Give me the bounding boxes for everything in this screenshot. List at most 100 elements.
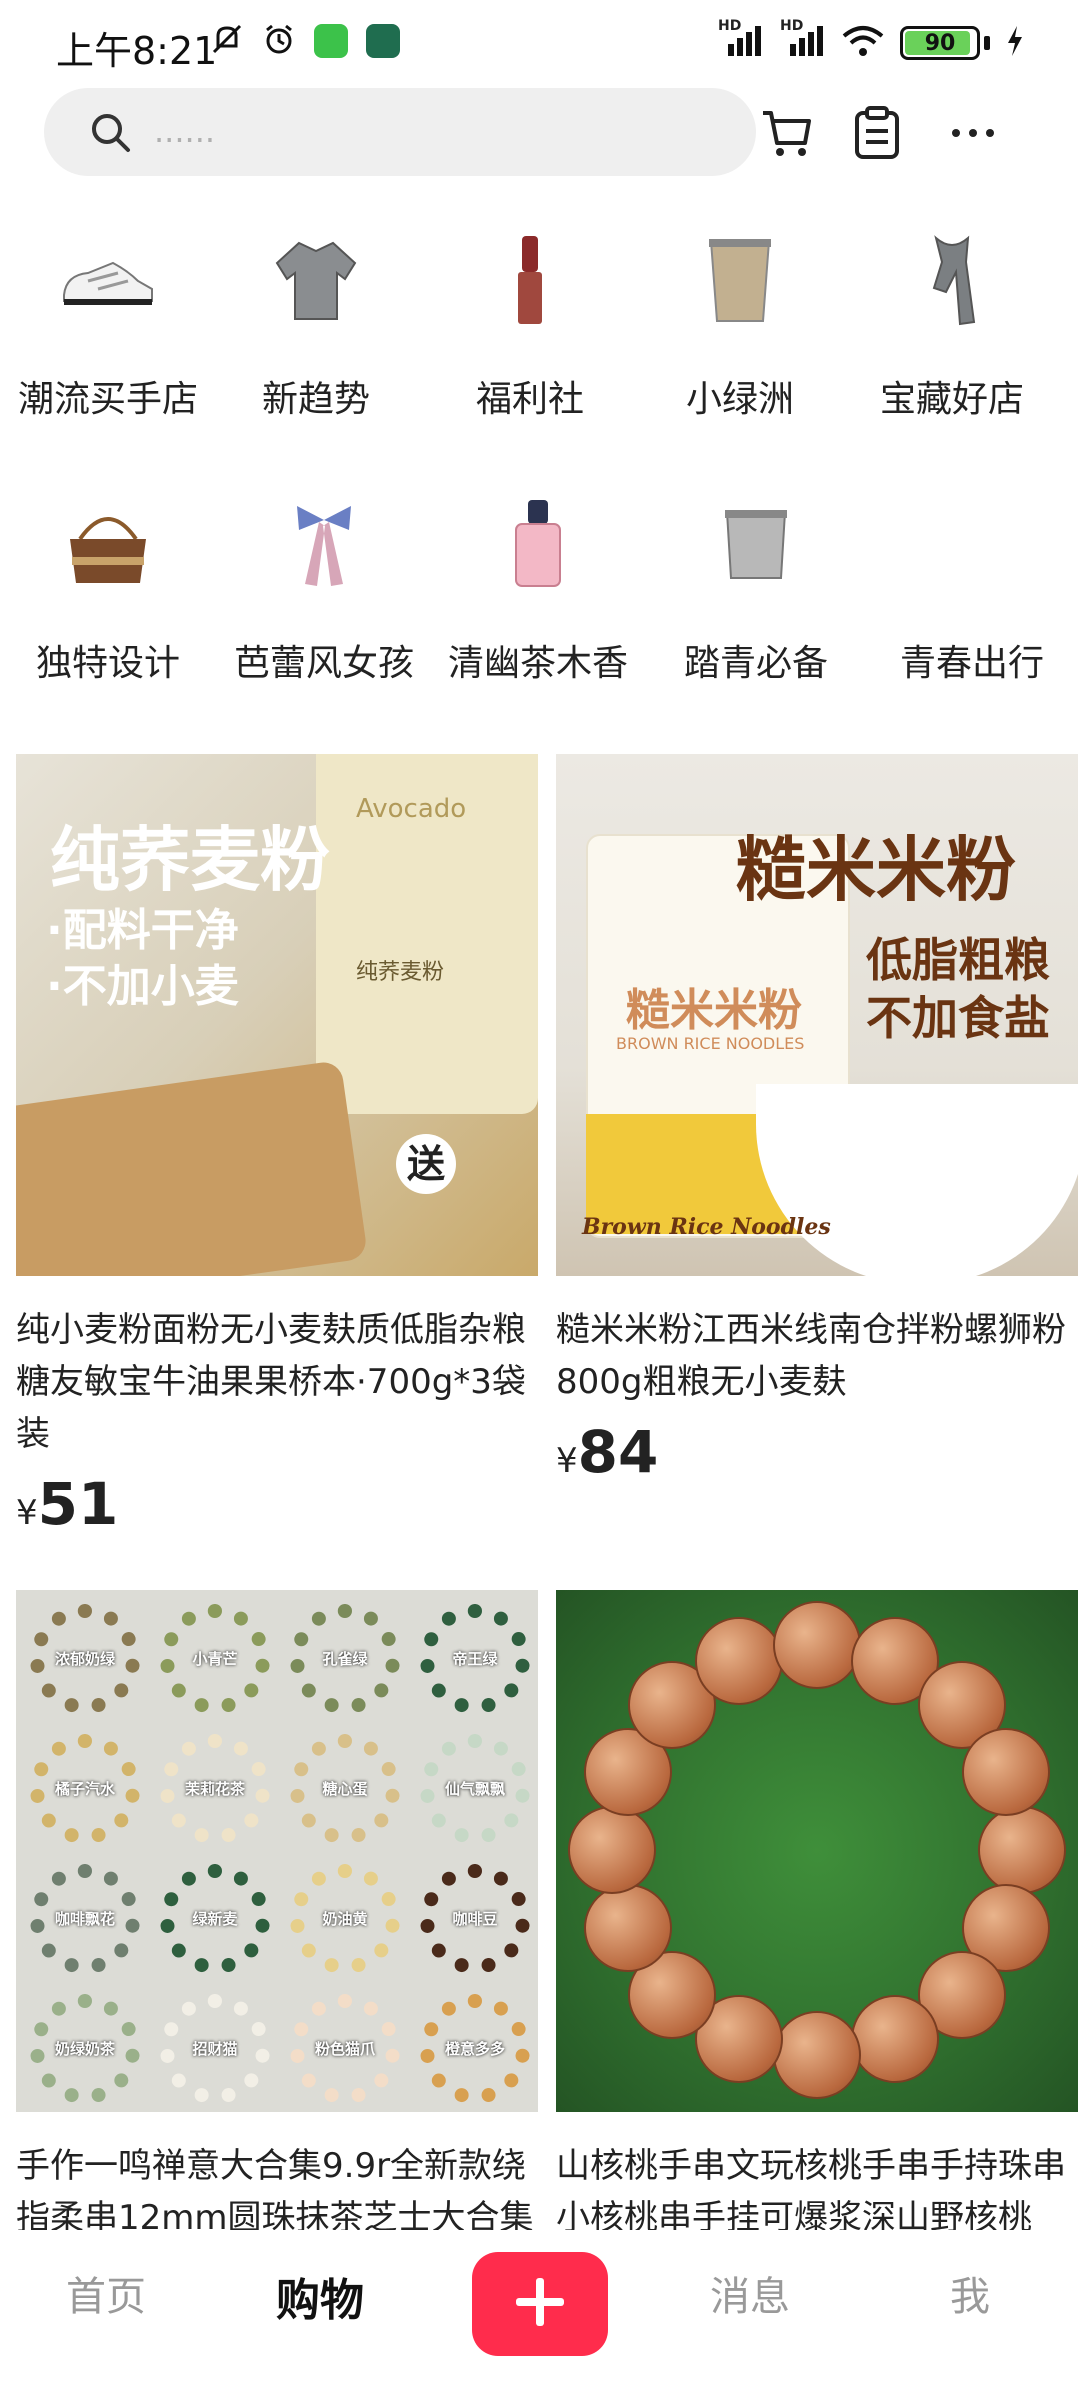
more-icon[interactable] (938, 98, 1008, 168)
bracelet-item: 糖心蛋 (290, 1734, 400, 1844)
walnut-bead (962, 1727, 1051, 1816)
publish-button[interactable] (472, 2252, 608, 2356)
ribbon-icon (274, 494, 374, 594)
walnut-bead (773, 2011, 861, 2099)
bracelet-item: 橘子汽水 (30, 1734, 140, 1844)
product-title: 糙米米粉江西米线南仓拌粉螺狮粉800g粗粮无小麦麸 (556, 1310, 1066, 1402)
bracelet-item: 帝王绿 (420, 1604, 530, 1714)
product-card[interactable]: 山核桃手串文玩核桃手串手持珠串小核桃串手挂可爆浆深山野核桃 (556, 1590, 1078, 2244)
bracelet-label: 绿新麦 (192, 1910, 238, 1928)
wifi-icon (842, 24, 884, 62)
search-icon (88, 110, 132, 158)
product-image[interactable]: 纯荞麦粉 ·配料干净 ·不加小麦 Avocado 纯荞麦粉 送 (16, 754, 538, 1276)
category-item[interactable]: 青春出行 (864, 494, 1080, 686)
category-item[interactable]: 清幽茶木香 (430, 494, 646, 686)
bracelet-label: 橙意多多 (444, 2040, 505, 2058)
product-price: ¥84 (556, 1418, 659, 1486)
travel-icon (922, 494, 1022, 594)
bracelet-label: 奶油黄 (322, 1910, 368, 1928)
bracelet-label: 奶绿奶茶 (54, 2040, 115, 2058)
sweater-icon (266, 230, 366, 330)
wechat-app-icon (314, 24, 348, 58)
bracelet-label: 橘子汽水 (54, 1780, 115, 1798)
walnut-bracelet (556, 1590, 1078, 2112)
plus-icon (512, 2274, 568, 2334)
nav-shop[interactable]: 购物 (276, 2264, 364, 2328)
category-item[interactable]: 宝藏好店 (844, 230, 1060, 422)
bracelet-item: 奶油黄 (290, 1864, 400, 1974)
mute-icon (210, 22, 244, 60)
bracelet-label: 咖啡豆 (452, 1910, 498, 1928)
bracelet-item: 小青芒 (160, 1604, 270, 1714)
bracelet-item: 橙意多多 (420, 1994, 530, 2104)
signal-icon: HD (718, 18, 764, 62)
bracelet-item: 浓郁奶绿 (30, 1604, 140, 1714)
orders-icon[interactable] (842, 98, 912, 168)
battery-icon: 90 (900, 26, 980, 60)
bracelet-label: 孔雀绿 (322, 1650, 368, 1668)
category-item[interactable]: 小绿洲 (632, 230, 848, 422)
steel-cup-icon (706, 494, 806, 594)
category-item[interactable]: 独特设计 (0, 494, 216, 686)
category-item[interactable]: 踏青必备 (648, 494, 864, 686)
bracelet-label: 帝王绿 (452, 1650, 498, 1668)
alarm-icon (262, 22, 296, 60)
gift-badge: 送 (396, 1134, 456, 1194)
bracelet-label: 糖心蛋 (322, 1780, 368, 1798)
bracelet-item: 咖啡豆 (420, 1864, 530, 1974)
product-image[interactable] (556, 1590, 1078, 2112)
product-card[interactable]: 纯荞麦粉 ·配料干净 ·不加小麦 Avocado 纯荞麦粉 送 纯小麦粉面粉无小… (16, 754, 538, 1538)
walnut-bead (978, 1806, 1066, 1894)
walnut-bead (583, 1884, 672, 1973)
bracelet-item: 粉色猫爪 (290, 1994, 400, 2104)
search-bar[interactable]: ...... (44, 88, 756, 176)
product-image[interactable]: 糙米米粉 低脂粗粮 不加食盐 糙米米粉 BROWN RICE NOODLES B… (556, 754, 1078, 1276)
nav-messages[interactable]: 消息 (710, 2264, 790, 2322)
bracelet-label: 茉莉花茶 (184, 1780, 245, 1798)
scarf-icon (902, 230, 1002, 330)
bottom-navigation: 首页 购物 消息 我 (0, 2230, 1080, 2400)
nav-me[interactable]: 我 (950, 2264, 990, 2322)
category-item[interactable]: 福利社 (422, 230, 638, 422)
bracelet-item: 茉莉花茶 (160, 1734, 270, 1844)
product-card[interactable]: 浓郁奶绿 小青芒 孔雀绿 帝王绿橘子汽水 茉莉花茶 糖心蛋 仙气飘飘咖啡飘花 绿新麦 奶油黄 咖啡… (16, 1590, 538, 2244)
product-card[interactable]: 糙米米粉 低脂粗粮 不加食盐 糙米米粉 BROWN RICE NOODLES B… (556, 754, 1078, 1486)
status-bar: 上午8:21 HD HD 90 (0, 0, 1080, 90)
bracelet-item: 奶绿奶茶 (30, 1994, 140, 2104)
category-item[interactable]: 潮流买手店 (0, 230, 216, 422)
search-placeholder: ...... (154, 112, 216, 150)
walnut-bead (694, 1616, 783, 1705)
bracelet-item: 绿新麦 (160, 1864, 270, 1974)
walnut-bead (773, 1601, 861, 1689)
walnut-bead (851, 1995, 940, 2084)
bracelet-label: 仙气飘飘 (444, 1780, 505, 1798)
product-price: ¥51 (16, 1470, 119, 1538)
product-title: 山核桃手串文玩核桃手串手持珠串小核桃串手挂可爆浆深山野核桃 (556, 2146, 1066, 2238)
bracelet-item: 咖啡飘花 (30, 1864, 140, 1974)
bracelet-item: 招财猫 (160, 1994, 270, 2104)
signal-icon-2: HD (780, 18, 826, 62)
bracelet-item: 仙气飘飘 (420, 1734, 530, 1844)
sneaker-icon (58, 230, 158, 330)
avatar-app-icon (366, 24, 400, 58)
cup-icon (690, 230, 790, 330)
bracelet-label: 小青芒 (192, 1650, 238, 1668)
category-item[interactable]: 芭蕾风女孩 (216, 494, 432, 686)
category-item[interactable]: 新趋势 (208, 230, 424, 422)
perfume-icon (488, 494, 588, 594)
status-time: 上午8:21 (56, 29, 218, 73)
bracelet-item: 孔雀绿 (290, 1604, 400, 1714)
product-title: 纯小麦粉面粉无小麦麸质低脂杂粮糖友敏宝牛油果果桥本·700g*3袋装 (16, 1310, 526, 1454)
handbag-icon (58, 494, 158, 594)
nav-home[interactable]: 首页 (66, 2264, 146, 2322)
bracelet-label: 浓郁奶绿 (54, 1650, 115, 1668)
product-title: 手作一鸣禅意大合集9.9r全新款绕指柔串12mm圆珠抹茶芝士大合集 (16, 2146, 534, 2238)
product-image[interactable]: 浓郁奶绿 小青芒 孔雀绿 帝王绿橘子汽水 茉莉花茶 糖心蛋 仙气飘飘咖啡飘花 绿新麦 奶油黄 咖啡… (16, 1590, 538, 2112)
charging-icon (1006, 26, 1024, 60)
bracelet-label: 咖啡飘花 (54, 1910, 115, 1928)
bracelet-grid: 浓郁奶绿 小青芒 孔雀绿 帝王绿橘子汽水 茉莉花茶 糖心蛋 仙气飘飘咖啡飘花 绿新麦 奶油黄 咖啡… (16, 1590, 538, 2112)
cart-icon[interactable] (752, 98, 822, 168)
lipstick-icon (480, 230, 580, 330)
bracelet-label: 粉色猫爪 (314, 2040, 375, 2058)
bracelet-label: 招财猫 (192, 2040, 238, 2058)
